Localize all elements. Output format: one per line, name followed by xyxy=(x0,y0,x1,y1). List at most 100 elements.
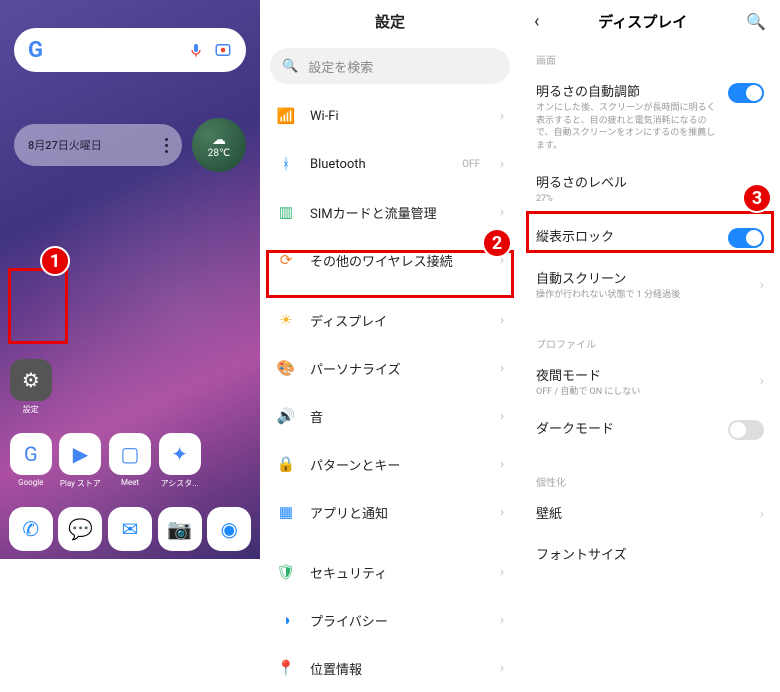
row-label: SIMカードと流量管理 xyxy=(310,203,486,222)
settings-row-パターンとキー[interactable]: 🔒 パターンとキー › xyxy=(260,440,520,488)
search-icon: 🔍 xyxy=(282,59,298,74)
row-tag: OFF xyxy=(462,159,480,170)
chevron-right-icon: › xyxy=(500,361,504,376)
display-screen: ‹ ディスプレイ 🔍 画面 明るさの自動調節 オンにした後、スクリーンが長時間に… xyxy=(520,0,780,559)
row-label: Wi-Fi xyxy=(310,109,486,124)
dock-icon: ◉ xyxy=(207,507,251,551)
app-empty xyxy=(105,359,155,415)
section-screen: 画面 xyxy=(520,42,780,71)
chevron-right-icon: › xyxy=(500,565,504,580)
settings-row-パーソナライズ[interactable]: 🎨パーソナライズ› xyxy=(260,344,520,392)
row-label: パターンとキー xyxy=(310,455,486,474)
settings-row-音[interactable]: 🔊音› xyxy=(260,392,520,440)
app-Meet[interactable]: ▢ Meet xyxy=(105,433,155,489)
settings-title: 設定 xyxy=(260,0,520,42)
row-night-mode[interactable]: 夜間モード OFF / 自動で ON にしない › xyxy=(520,355,780,409)
settings-row-アプリと通知[interactable]: ▦ アプリと通知 › xyxy=(260,488,520,536)
auto-screen-sub: 操作が行われない状態で 1 分経過後 xyxy=(536,289,750,302)
row-icon: 🔒 xyxy=(276,455,296,473)
chevron-right-icon: › xyxy=(760,373,764,389)
dock-icon: ✉ xyxy=(108,507,152,551)
settings-search[interactable]: 🔍 設定を検索 xyxy=(270,48,510,84)
app-設定[interactable]: ⚙設定 xyxy=(6,359,56,415)
google-search-bar[interactable]: G xyxy=(14,28,246,72)
row-icon: 🎨 xyxy=(276,359,296,377)
search-placeholder: 設定を検索 xyxy=(308,57,373,76)
row-icon: ▦ xyxy=(276,503,296,521)
dock: ✆💬✉📷◉ xyxy=(0,507,260,551)
settings-row-ディスプレイ[interactable]: ☀ディスプレイ› xyxy=(260,296,520,344)
night-title: 夜間モード xyxy=(536,365,750,384)
row-label: セキュリティ xyxy=(310,563,486,582)
chevron-right-icon: › xyxy=(500,205,504,220)
dock-app[interactable]: 💬 xyxy=(56,507,106,551)
dock-app[interactable]: 📷 xyxy=(155,507,205,551)
bright-level-sub: 27% xyxy=(536,193,750,206)
date-widget[interactable]: 8月27日火曜日 xyxy=(14,124,182,166)
dock-app[interactable]: ✉ xyxy=(105,507,155,551)
row-label: アプリと通知 xyxy=(310,503,486,522)
row-icon: 📶 xyxy=(276,107,296,125)
google-logo: G xyxy=(28,38,43,63)
marker-box-3 xyxy=(526,211,774,253)
row-icon: ◑ xyxy=(276,611,296,629)
marker-badge-3: 3 xyxy=(742,183,772,213)
display-title: ディスプレイ xyxy=(598,11,687,32)
settings-row-Bluetooth[interactable]: ᚼBluetoothOFF› xyxy=(260,140,520,188)
chevron-right-icon: › xyxy=(500,157,504,172)
settings-row-SIMカードと流量管理[interactable]: ▥SIMカードと流量管理› xyxy=(260,188,520,236)
date-text: 8月27日火曜日 xyxy=(28,137,102,153)
settings-row-プライバシー[interactable]: ◑ プライバシー › xyxy=(260,596,520,644)
row-label: プライバシー xyxy=(310,611,486,630)
app-icon: ▢ xyxy=(109,433,151,475)
settings-row-Wi-Fi[interactable]: 📶 Wi-Fi › xyxy=(260,92,520,140)
row-auto-brightness[interactable]: 明るさの自動調節 オンにした後、スクリーンが長時間に明るく表示すると、目の疲れと… xyxy=(520,71,780,162)
app-icon: ✦ xyxy=(159,433,201,475)
settings-screen: 設定 🔍 設定を検索 📶Wi-Fi›ᚼBluetoothOFF›▥SIMカードと… xyxy=(260,0,520,559)
auto-bright-title: 明るさの自動調節 xyxy=(536,81,718,100)
section-personal: 個性化 xyxy=(520,464,780,493)
app-empty xyxy=(204,433,254,489)
row-brightness-level[interactable]: 明るさのレベル 27% › xyxy=(520,162,780,216)
row-auto-screen[interactable]: 自動スクリーン 操作が行われない状態で 1 分経過後 › xyxy=(520,258,780,312)
home-screen: G 8月27日火曜日 ☁ 28℃ ⚙設定 GGoogle▶Play ストア▢ Mee… xyxy=(0,0,260,559)
marker-box-2 xyxy=(266,250,514,298)
auto-bright-toggle[interactable] xyxy=(728,83,764,103)
mic-icon[interactable] xyxy=(188,42,204,58)
chevron-right-icon: › xyxy=(760,277,764,293)
chevron-right-icon: › xyxy=(500,613,504,628)
row-icon: 🛡 xyxy=(276,563,296,581)
settings-row-位置情報[interactable]: 📍位置情報› xyxy=(260,644,520,692)
dark-mode-toggle[interactable] xyxy=(728,420,764,440)
chevron-right-icon: › xyxy=(500,457,504,472)
app-icon: ▶ xyxy=(59,433,101,475)
app-icon xyxy=(159,359,201,401)
row-wallpaper[interactable]: 壁紙 › xyxy=(520,493,780,534)
row-label: 音 xyxy=(310,407,486,426)
app-Google[interactable]: GGoogle xyxy=(6,433,56,489)
chevron-right-icon: › xyxy=(500,109,504,124)
dock-icon: 💬 xyxy=(58,507,102,551)
dock-icon: 📷 xyxy=(158,507,202,551)
app-icon: G xyxy=(10,433,52,475)
weather-widget[interactable]: ☁ 28℃ xyxy=(192,118,246,172)
app-icon xyxy=(208,359,250,401)
row-dark-mode[interactable]: ダークモード xyxy=(520,408,780,450)
settings-row-セキュリティ[interactable]: 🛡 セキュリティ › xyxy=(260,548,520,596)
lens-icon[interactable] xyxy=(214,41,232,59)
back-icon[interactable]: ‹ xyxy=(534,11,539,32)
auto-bright-sub: オンにした後、スクリーンが長時間に明るく表示すると、目の疲れと電気消耗になるので… xyxy=(536,102,718,152)
dock-app[interactable]: ◉ xyxy=(204,507,254,551)
app-アシスタ...[interactable]: ✦アシスタ... xyxy=(155,433,205,489)
chevron-right-icon: › xyxy=(500,505,504,520)
row-icon: ☀ xyxy=(276,311,296,329)
search-icon[interactable]: 🔍 xyxy=(746,12,766,31)
app-Play ストア[interactable]: ▶Play ストア xyxy=(56,433,106,489)
app-grid: ⚙設定 GGoogle▶Play ストア▢ Meet ✦アシスタ... xyxy=(0,359,260,489)
app-label: Meet xyxy=(121,478,139,487)
row-font-size[interactable]: フォントサイズ xyxy=(520,534,780,575)
more-icon[interactable] xyxy=(165,138,168,153)
row-label: 位置情報 xyxy=(310,659,486,678)
marker-box-1 xyxy=(8,268,68,344)
dock-app[interactable]: ✆ xyxy=(6,507,56,551)
